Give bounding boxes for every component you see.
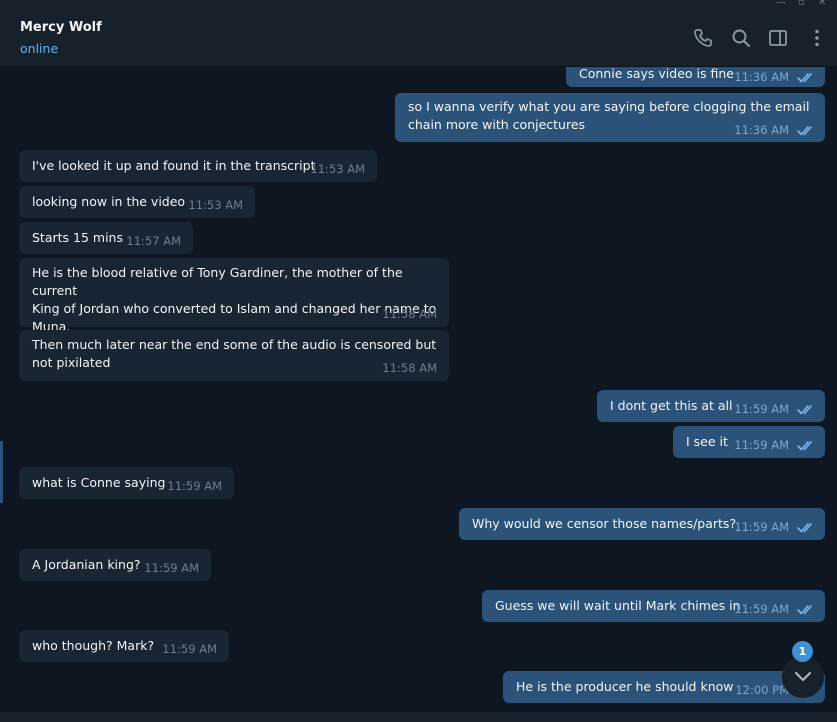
message-time: 11:57 AM — [126, 234, 181, 248]
message-time: 12:00 PM — [735, 683, 789, 697]
message-time: 11:59 AM — [734, 438, 789, 452]
message-bubble-outgoing[interactable]: I see it 11:59 AM — [673, 426, 825, 458]
phone-icon[interactable] — [692, 27, 714, 49]
message-bubble-incoming[interactable]: who though? Mark? 11:59 AM — [19, 630, 229, 662]
message-bubble-incoming[interactable]: A Jordanian king? 11:59 AM — [19, 549, 211, 581]
double-check-icon — [797, 523, 812, 533]
message-time: 11:36 AM — [734, 123, 789, 137]
message-text: He is the blood relative of Tony Gardine… — [32, 265, 437, 334]
minimize-icon[interactable]: — — [776, 0, 786, 8]
scroll-to-bottom-button[interactable] — [782, 656, 824, 698]
message-bubble-outgoing[interactable]: Why would we censor those names/parts? 1… — [459, 508, 825, 540]
composer-bar-edge — [0, 712, 837, 722]
more-vertical-icon[interactable] — [806, 27, 828, 49]
message-bubble-incoming[interactable]: looking now in the video 11:53 AM — [19, 186, 255, 218]
message-bubble-incoming[interactable]: what is Conne saying 11:59 AM — [19, 467, 234, 499]
window-title-bar: — ▫ ✕ — [0, 0, 837, 10]
message-time: 11:36 AM — [734, 70, 789, 84]
message-list[interactable]: Connie says video is fine 11:36 AM so I … — [0, 67, 837, 712]
message-bubble-incoming[interactable]: Starts 15 mins 11:57 AM — [19, 222, 193, 254]
message-time: 11:59 AM — [734, 520, 789, 534]
contact-name[interactable]: Mercy Wolf — [20, 20, 102, 35]
message-text: I dont get this at all — [610, 398, 733, 413]
message-bubble-incoming[interactable]: Then much later near the end some of the… — [19, 330, 449, 381]
message-time: 11:53 AM — [188, 198, 243, 212]
message-bubble-outgoing[interactable]: Connie says video is fine 11:36 AM — [566, 67, 825, 87]
message-bubble-incoming[interactable]: He is the blood relative of Tony Gardine… — [19, 258, 449, 334]
message-time: 11:53 AM — [310, 162, 365, 176]
close-icon[interactable]: ✕ — [818, 0, 826, 8]
message-bubble-incoming[interactable]: I've looked it up and found it in the tr… — [19, 150, 377, 182]
message-time: 11:59 AM — [162, 642, 217, 656]
message-time: 11:59 AM — [734, 602, 789, 616]
message-time: 11:59 AM — [144, 561, 199, 575]
double-check-icon — [797, 126, 812, 136]
double-check-icon — [797, 73, 812, 83]
message-bubble-outgoing[interactable]: so I wanna verify what you are saying be… — [395, 93, 825, 142]
search-icon[interactable] — [730, 27, 752, 49]
double-check-icon — [797, 405, 812, 415]
maximize-icon[interactable]: ▫ — [798, 0, 805, 8]
message-time: 11:59 AM — [167, 479, 222, 493]
message-time: 11:58 AM — [382, 361, 437, 375]
message-bubble-outgoing[interactable]: I dont get this at all 11:59 AM — [597, 390, 825, 422]
double-check-icon — [797, 441, 812, 451]
contact-status: online — [20, 41, 59, 56]
scroll-position-marker — [0, 441, 3, 503]
chevron-down-icon — [794, 671, 812, 682]
message-bubble-outgoing[interactable]: He is the producer he should know 12:00 … — [503, 671, 825, 703]
double-check-icon — [797, 605, 812, 615]
message-time: 11:59 AM — [734, 402, 789, 416]
message-bubble-outgoing[interactable]: Guess we will wait until Mark chimes in … — [482, 590, 825, 622]
message-time: 11:58 AM — [382, 307, 437, 321]
unread-count-badge: 1 — [792, 641, 813, 662]
chat-header: Mercy Wolf online — [0, 10, 837, 67]
sidebar-toggle-icon[interactable] — [767, 27, 789, 49]
